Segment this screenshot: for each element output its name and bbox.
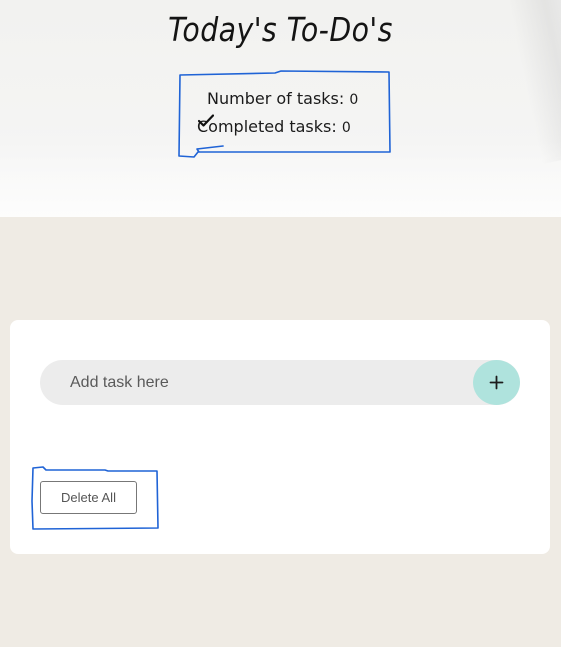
total-tasks-value: 0 (349, 92, 359, 108)
checkmark-icon (198, 114, 214, 127)
page-title: Today's To-Do's (168, 10, 393, 49)
task-counter-box: Number of tasks: 0 Completed tasks: 0 (178, 70, 391, 158)
total-tasks-counter: Number of tasks: 0 (207, 89, 358, 108)
header-banner: Today's To-Do's Number of tasks: 0 Compl… (0, 0, 561, 217)
task-input-pill (40, 360, 520, 405)
task-input[interactable] (70, 360, 470, 405)
delete-all-button[interactable]: Delete All (40, 481, 137, 514)
delete-all-area: Delete All (30, 465, 160, 530)
add-task-button[interactable] (473, 360, 520, 405)
plus-icon (489, 375, 504, 390)
completed-tasks-label: Completed tasks: (197, 117, 337, 136)
completed-tasks-value: 0 (341, 120, 351, 136)
completed-tasks-counter: Completed tasks: 0 (197, 114, 351, 136)
total-tasks-label: Number of tasks: (207, 89, 345, 108)
todo-card: Delete All (10, 320, 550, 554)
